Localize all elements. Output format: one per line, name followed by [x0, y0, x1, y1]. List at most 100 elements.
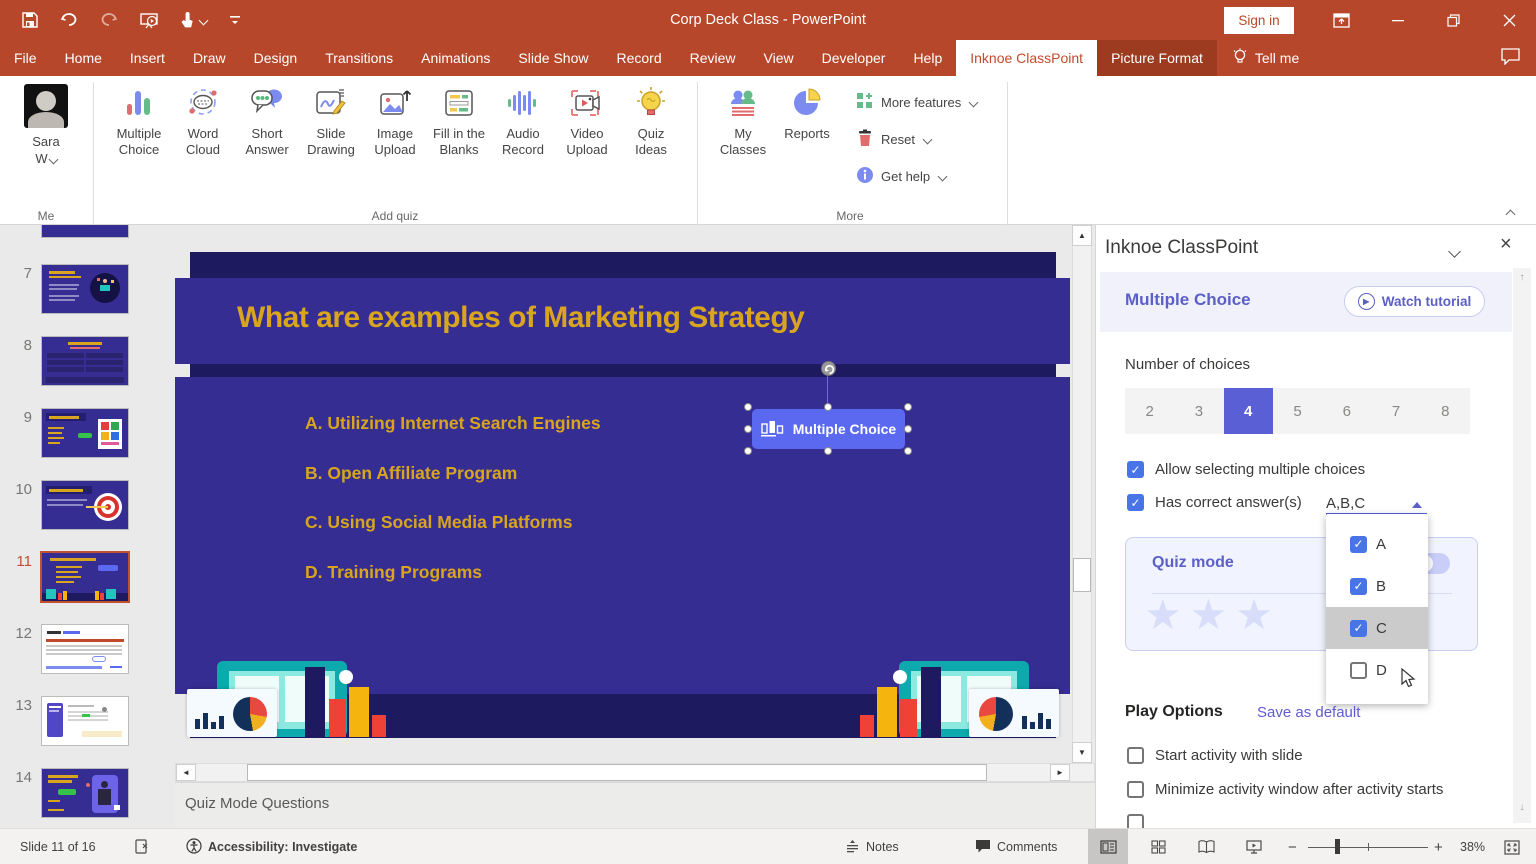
scroll-right-icon[interactable]: ►: [1050, 764, 1070, 781]
tab-help[interactable]: Help: [899, 40, 956, 76]
dropdown-option-b[interactable]: ✓ B: [1326, 565, 1428, 607]
minimize-icon[interactable]: [1375, 0, 1421, 40]
reading-view-icon[interactable]: [1188, 829, 1224, 864]
scroll-down-icon[interactable]: ↓: [1513, 802, 1531, 813]
slide-canvas[interactable]: What are examples of Marketing Strategy …: [175, 225, 1095, 763]
notes-text[interactable]: Quiz Mode Questions: [185, 795, 329, 812]
task-pane-close-icon[interactable]: ×: [1500, 233, 1512, 256]
correct-answers-value[interactable]: A,B,C: [1326, 495, 1365, 512]
tell-me-box[interactable]: Tell me: [1217, 40, 1315, 76]
task-pane-options-icon[interactable]: [1448, 243, 1461, 261]
selection-handle[interactable]: [744, 403, 752, 411]
choice-count-8[interactable]: 8: [1421, 388, 1470, 434]
play-option-row[interactable]: Minimize activity window after activity …: [1127, 781, 1443, 798]
slide-option-b[interactable]: B. Open Affiliate Program: [305, 463, 517, 484]
scroll-left-icon[interactable]: ◄: [176, 764, 196, 781]
slide-thumbnail-partial[interactable]: [41, 225, 129, 238]
comments-toggle[interactable]: Comments: [975, 829, 1057, 864]
normal-view-icon[interactable]: [1088, 829, 1128, 864]
selection-handle[interactable]: [904, 403, 912, 411]
slideshow-view-icon[interactable]: [1236, 829, 1272, 864]
save-icon[interactable]: [22, 12, 38, 28]
video-upload-button[interactable]: Video Upload: [555, 84, 619, 159]
accessibility-status[interactable]: Accessibility: Investigate: [186, 829, 357, 864]
slide-thumbnail-8[interactable]: [41, 336, 129, 386]
slide-thumbnail-11[interactable]: [40, 551, 130, 603]
collapse-ribbon-icon[interactable]: [1505, 206, 1516, 224]
task-pane-scrollbar[interactable]: ↑ ↓: [1513, 268, 1531, 823]
fit-slide-icon[interactable]: [1504, 829, 1520, 864]
checkbox-checked-icon[interactable]: ✓: [1350, 619, 1367, 637]
slide-thumbnail-10[interactable]: [41, 480, 129, 530]
selection-handle[interactable]: [824, 403, 832, 411]
multiple-choice-slide-button[interactable]: Multiple Choice: [752, 409, 905, 449]
my-classes-button[interactable]: My Classes: [711, 84, 775, 159]
fill-in-the-blanks-button[interactable]: Fill in the Blanks: [427, 84, 491, 159]
touch-mouse-mode-icon[interactable]: [180, 11, 209, 29]
choice-count-6[interactable]: 6: [1322, 388, 1371, 434]
difficulty-stars[interactable]: ★★★: [1144, 590, 1281, 639]
tab-inknoe-classpoint[interactable]: Inknoe ClassPoint: [956, 40, 1098, 76]
image-upload-button[interactable]: Image Upload: [363, 84, 427, 159]
choice-count-3[interactable]: 3: [1174, 388, 1223, 434]
vertical-scrollbar[interactable]: [1072, 225, 1092, 763]
horizontal-scroll-thumb[interactable]: [247, 764, 987, 781]
user-avatar[interactable]: [24, 84, 68, 128]
tab-file[interactable]: File: [0, 40, 51, 76]
tab-review[interactable]: Review: [676, 40, 750, 76]
clipped-option-row[interactable]: [1127, 814, 1144, 828]
tab-home[interactable]: Home: [51, 40, 116, 76]
scroll-up-icon[interactable]: ▲: [1072, 225, 1092, 246]
restore-icon[interactable]: [1430, 0, 1476, 40]
checkbox-checked-icon[interactable]: ✓: [1127, 461, 1144, 478]
checkbox-unchecked-icon[interactable]: [1350, 661, 1367, 679]
slide-thumbnail-9[interactable]: [41, 408, 129, 458]
user-name[interactable]: Sara W: [10, 134, 82, 168]
dropdown-option-d[interactable]: D: [1326, 649, 1428, 691]
notes-pane[interactable]: Quiz Mode Questions: [175, 782, 1095, 828]
checkbox-checked-icon[interactable]: ✓: [1350, 535, 1367, 553]
slide-option-c[interactable]: C. Using Social Media Platforms: [305, 512, 572, 533]
selection-handle[interactable]: [904, 425, 912, 433]
undo-icon[interactable]: [60, 12, 78, 28]
more-features-button[interactable]: More features: [856, 92, 979, 113]
reports-button[interactable]: Reports: [775, 84, 839, 142]
dropdown-option-a[interactable]: ✓ A: [1326, 523, 1428, 565]
redo-icon[interactable]: [100, 12, 118, 28]
tab-slide-show[interactable]: Slide Show: [504, 40, 602, 76]
word-cloud-button[interactable]: Word Cloud: [171, 84, 235, 159]
caret-up-icon[interactable]: [1412, 502, 1422, 508]
selection-handle[interactable]: [824, 447, 832, 455]
scroll-down-icon[interactable]: ▼: [1072, 742, 1092, 763]
slide-thumbnail-7[interactable]: [41, 264, 129, 314]
customize-qat-icon[interactable]: [229, 13, 241, 27]
ribbon-display-options-icon[interactable]: [1318, 0, 1364, 40]
checkbox-checked-icon[interactable]: ✓: [1127, 494, 1144, 511]
multiple-choice-button[interactable]: Multiple Choice: [107, 84, 171, 159]
slide-thumbnail-13[interactable]: [41, 696, 129, 746]
slide-option-a[interactable]: A. Utilizing Internet Search Engines: [305, 413, 601, 434]
play-option-row[interactable]: Start activity with slide: [1127, 747, 1303, 764]
rotation-handle[interactable]: [821, 361, 836, 376]
tab-insert[interactable]: Insert: [116, 40, 179, 76]
short-answer-button[interactable]: Short Answer: [235, 84, 299, 159]
audio-record-button[interactable]: Audio Record: [491, 84, 555, 159]
watch-tutorial-button[interactable]: ▶ Watch tutorial: [1344, 286, 1485, 317]
slide-option-d[interactable]: D. Training Programs: [305, 562, 482, 583]
selection-handle[interactable]: [744, 447, 752, 455]
scroll-up-icon[interactable]: ↑: [1513, 272, 1531, 283]
tab-picture-format[interactable]: Picture Format: [1097, 40, 1217, 76]
slide-thumbnail-12[interactable]: [41, 624, 129, 674]
zoom-slider-thumb[interactable]: [1335, 839, 1340, 854]
slideshow-from-start-icon[interactable]: [140, 12, 158, 29]
checkbox-unchecked-icon[interactable]: [1127, 781, 1144, 798]
quiz-ideas-button[interactable]: Quiz Ideas: [619, 84, 683, 159]
checkbox-unchecked-icon[interactable]: [1127, 814, 1144, 828]
slide-drawing-button[interactable]: Slide Drawing: [299, 84, 363, 159]
reset-button[interactable]: Reset: [856, 129, 933, 150]
zoom-in-icon[interactable]: +: [1434, 829, 1443, 864]
zoom-level[interactable]: 38%: [1460, 829, 1485, 864]
choice-count-7[interactable]: 7: [1371, 388, 1420, 434]
allow-multiple-row[interactable]: ✓ Allow selecting multiple choices: [1127, 461, 1365, 478]
checkbox-checked-icon[interactable]: ✓: [1350, 577, 1367, 595]
